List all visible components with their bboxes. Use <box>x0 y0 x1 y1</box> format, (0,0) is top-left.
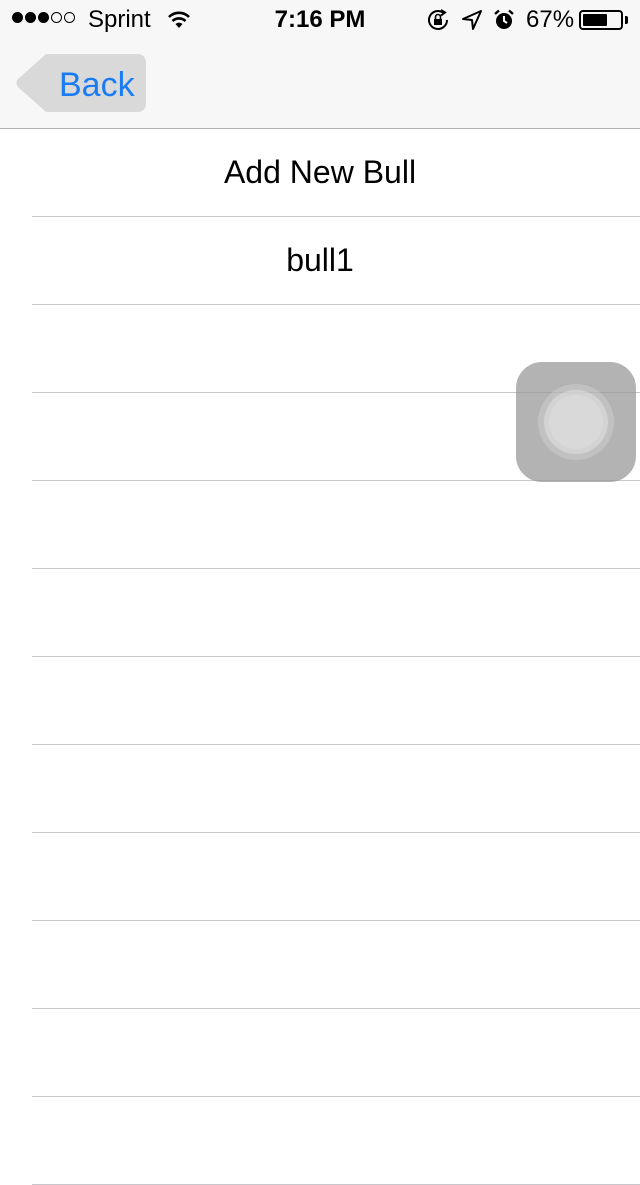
list-row[interactable] <box>32 1097 640 1185</box>
list-row-label: bull1 <box>286 242 354 278</box>
list-row[interactable] <box>32 569 640 657</box>
bull-list: Add New Bull bull1 <box>0 129 640 1185</box>
list-row[interactable] <box>32 745 640 833</box>
rotation-lock-icon <box>428 9 448 30</box>
list-row[interactable]: bull1 <box>32 217 640 305</box>
alarm-icon <box>494 9 514 29</box>
list-row[interactable] <box>32 481 640 569</box>
list-row-label: Add New Bull <box>223 154 417 190</box>
battery-percent: 67% <box>526 6 575 33</box>
assistive-touch-core-icon <box>549 395 603 449</box>
list-row[interactable] <box>32 921 640 1009</box>
battery-fill <box>583 14 607 26</box>
battery-icon <box>579 10 623 30</box>
location-icon <box>462 10 482 30</box>
assistive-touch-button[interactable] <box>516 362 636 482</box>
back-button[interactable]: Back <box>16 54 146 112</box>
list-row[interactable] <box>32 657 640 745</box>
back-button-label: Back <box>59 66 135 104</box>
list-row[interactable] <box>32 1009 640 1097</box>
battery-nub <box>625 16 628 24</box>
list-row[interactable]: Add New Bull <box>32 129 640 217</box>
list-row[interactable] <box>32 833 640 921</box>
navigation-bar: Back <box>0 40 640 129</box>
status-bar: Sprint 7:16 PM 67% <box>0 0 640 40</box>
